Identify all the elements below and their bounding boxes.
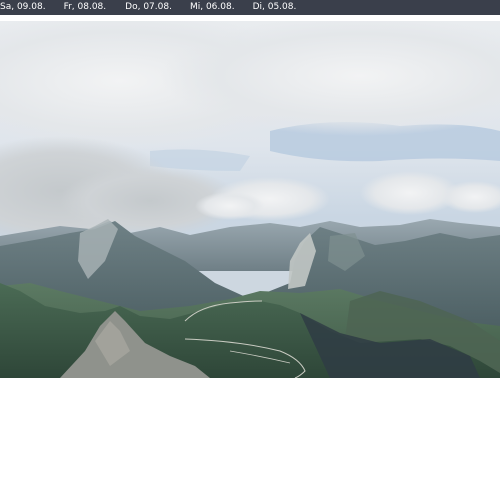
date-tab-fr-0808[interactable]: Fr, 08.08. <box>64 0 107 15</box>
date-tab-di-0508[interactable]: Di, 05.08. <box>253 0 297 15</box>
date-tab-mi-0608[interactable]: Mi, 06.08. <box>190 0 235 15</box>
date-tab-do-0708[interactable]: Do, 07.08. <box>125 0 172 15</box>
empty-content-area <box>0 378 500 500</box>
date-tab-sa-0908[interactable]: Sa, 09.08. <box>0 0 46 15</box>
webcam-image <box>0 21 500 378</box>
date-navigation-bar: Sa, 09.08. Fr, 08.08. Do, 07.08. Mi, 06.… <box>0 0 500 15</box>
